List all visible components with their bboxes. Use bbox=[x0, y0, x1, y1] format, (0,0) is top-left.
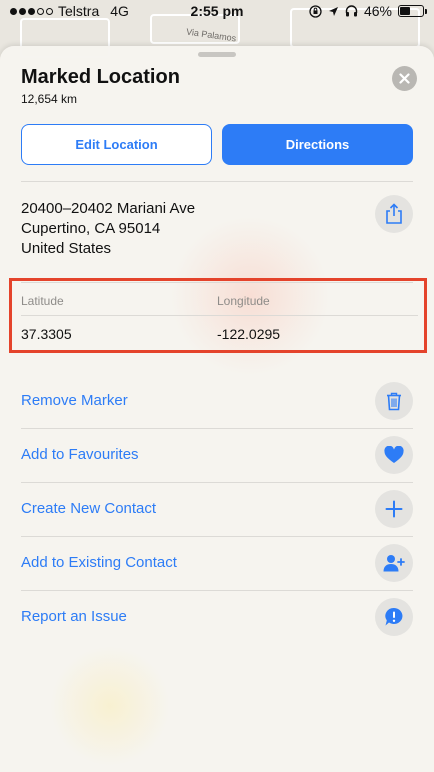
battery-percent: 46% bbox=[363, 3, 392, 19]
status-left: Telstra 4G bbox=[10, 3, 129, 19]
headphones-icon bbox=[345, 5, 358, 17]
close-button[interactable] bbox=[392, 66, 417, 91]
create-new-contact-button[interactable] bbox=[375, 490, 413, 528]
report-an-issue-row[interactable]: Report an Issue bbox=[0, 591, 434, 645]
carrier-name: Telstra bbox=[58, 3, 100, 19]
report-icon bbox=[385, 607, 403, 626]
remove-marker-label: Remove Marker bbox=[21, 392, 128, 409]
location-arrow-icon bbox=[328, 6, 338, 16]
edit-location-button[interactable]: Edit Location bbox=[21, 124, 212, 165]
add-to-favourites-row[interactable]: Add to Favourites bbox=[0, 429, 434, 483]
add-to-existing-contact-button[interactable] bbox=[375, 544, 413, 582]
card-title: Marked Location bbox=[21, 66, 180, 88]
divider bbox=[21, 181, 413, 182]
address-block: 20400–20402 Mariani Ave Cupertino, CA 95… bbox=[21, 199, 195, 259]
close-icon bbox=[399, 73, 410, 84]
share-icon bbox=[386, 203, 402, 224]
add-to-existing-contact-label: Add to Existing Contact bbox=[21, 554, 177, 571]
remove-marker-button[interactable] bbox=[375, 382, 413, 420]
create-new-contact-row[interactable]: Create New Contact bbox=[0, 483, 434, 537]
drag-handle[interactable] bbox=[198, 52, 236, 57]
report-an-issue-button[interactable] bbox=[375, 598, 413, 636]
share-button[interactable] bbox=[375, 195, 413, 233]
background-glow bbox=[50, 646, 170, 766]
address-line: Cupertino, CA 95014 bbox=[21, 220, 161, 237]
coordinates-highlight-box bbox=[9, 278, 427, 353]
report-an-issue-label: Report an Issue bbox=[21, 608, 127, 625]
status-bar: Telstra 4G 2:55 pm 46% bbox=[0, 0, 434, 22]
network-type: 4G bbox=[110, 3, 129, 19]
add-person-icon bbox=[383, 555, 405, 572]
plus-icon bbox=[385, 500, 403, 518]
distance-label: 12,654 km bbox=[21, 92, 78, 106]
trash-icon bbox=[387, 392, 401, 410]
heart-icon bbox=[384, 446, 404, 463]
add-to-favourites-label: Add to Favourites bbox=[21, 446, 139, 463]
orientation-lock-icon bbox=[309, 4, 322, 18]
signal-strength-icon bbox=[10, 7, 53, 15]
create-new-contact-label: Create New Contact bbox=[21, 500, 157, 517]
directions-button[interactable]: Directions bbox=[222, 124, 413, 165]
status-right: 46% bbox=[309, 3, 427, 19]
battery-icon bbox=[398, 5, 427, 17]
marked-location-card: Marked Location 12,654 km Edit Location … bbox=[0, 46, 434, 772]
add-to-favourites-button[interactable] bbox=[375, 436, 413, 474]
status-time: 2:55 pm bbox=[190, 3, 244, 19]
address-line: 20400–20402 Mariani Ave bbox=[21, 200, 196, 217]
battery-fill bbox=[400, 7, 411, 15]
address-line: United States bbox=[21, 240, 112, 257]
add-to-existing-contact-row[interactable]: Add to Existing Contact bbox=[0, 537, 434, 591]
remove-marker-row[interactable]: Remove Marker bbox=[0, 375, 434, 429]
